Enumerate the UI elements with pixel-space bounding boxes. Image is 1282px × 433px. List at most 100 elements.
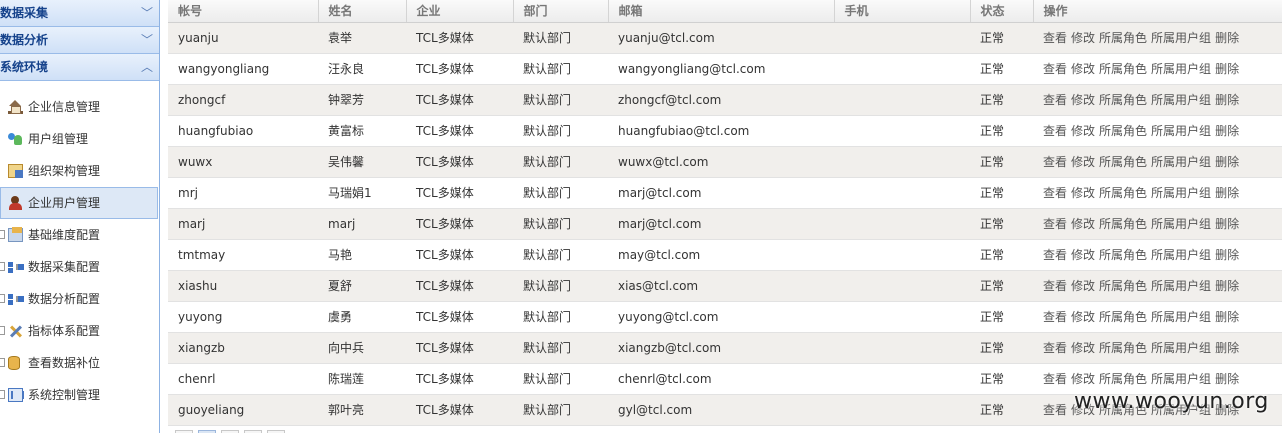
user-groups-link[interactable]: 所属用户组	[1151, 341, 1211, 355]
column-header-department[interactable]: 部门	[513, 0, 609, 23]
sidebar-item[interactable]: 数据分析配置	[0, 283, 159, 315]
column-header-email[interactable]: 邮箱	[608, 0, 835, 23]
edit-link[interactable]: 修改	[1071, 279, 1095, 293]
table-row[interactable]: yuanju 袁举 TCL多媒体 默认部门 yuanju@tcl.com 正常 查看 修改 所属…	[168, 22, 1282, 54]
delete-link[interactable]: 删除	[1215, 62, 1239, 76]
table-row[interactable]: tmtmay 马艳 TCL多媒体 默认部门 may@tcl.com 正常 查看 修改 所属角色所…	[168, 239, 1282, 271]
accordion-header-data-analysis[interactable]: 数据分析 ﹀	[0, 27, 159, 54]
user-groups-link[interactable]: 所属用户组	[1151, 62, 1211, 76]
table-row[interactable]: zhongcf 钟翠芳 TCL多媒体 默认部门 zhongcf@tcl.com 正常 查看修…	[168, 84, 1282, 116]
table-row[interactable]: xiangzb 向中兵 TCL多媒体 默认部门 xiangzb@tcl.com 正常 查看修…	[168, 332, 1282, 364]
column-header-account[interactable]: 帐号	[168, 0, 319, 23]
edit-link[interactable]: 修改	[1071, 186, 1095, 200]
column-header-actions[interactable]: 操作	[1033, 0, 1282, 23]
roles-link[interactable]: 所属角色	[1099, 310, 1147, 324]
roles-link[interactable]: 所属角色	[1099, 93, 1147, 107]
view-link[interactable]: 查看	[1043, 62, 1067, 76]
edit-link[interactable]: 修改	[1071, 248, 1095, 262]
column-header-phone[interactable]: 手机	[834, 0, 971, 23]
view-link[interactable]: 查看	[1043, 217, 1067, 231]
view-link[interactable]: 查看	[1043, 279, 1067, 293]
view-link[interactable]: 查看	[1043, 155, 1067, 169]
table-row[interactable]: xiashu 夏舒 TCL多媒体 默认部门 xias@tcl.com 正常 查看 修改 所属角色…	[168, 270, 1282, 302]
delete-link[interactable]: 删除	[1215, 341, 1239, 355]
sidebar-item[interactable]: 系统控制管理	[0, 379, 159, 411]
delete-link[interactable]: 删除	[1215, 248, 1239, 262]
column-header-status[interactable]: 状态	[970, 0, 1034, 23]
user-groups-link[interactable]: 所属用户组	[1151, 31, 1211, 45]
roles-link[interactable]: 所属角色	[1099, 248, 1147, 262]
user-groups-link[interactable]: 所属用户组	[1151, 217, 1211, 231]
edit-link[interactable]: 修改	[1071, 31, 1095, 45]
tree-expander-icon[interactable]	[0, 230, 5, 239]
sidebar-item[interactable]: 指标体系配置	[0, 315, 159, 347]
tree-expander-icon[interactable]	[0, 326, 5, 335]
delete-link[interactable]: 删除	[1215, 186, 1239, 200]
user-groups-link[interactable]: 所属用户组	[1151, 93, 1211, 107]
user-groups-link[interactable]: 所属用户组	[1151, 279, 1211, 293]
edit-link[interactable]: 修改	[1071, 217, 1095, 231]
table-row[interactable]: wangyongliang 汪永良 TCL多媒体 默认部门 wangyongliang@…	[168, 53, 1282, 85]
user-groups-link[interactable]: 所属用户组	[1151, 248, 1211, 262]
sidebar-item[interactable]: 企业信息管理	[0, 91, 159, 123]
user-groups-link[interactable]: 所属用户组	[1151, 372, 1211, 386]
sidebar-item[interactable]: 查看数据补位	[0, 347, 159, 379]
sidebar-item[interactable]: 用户组管理	[0, 123, 159, 155]
roles-link[interactable]: 所属角色	[1099, 31, 1147, 45]
delete-link[interactable]: 删除	[1215, 310, 1239, 324]
edit-link[interactable]: 修改	[1071, 372, 1095, 386]
edit-link[interactable]: 修改	[1071, 124, 1095, 138]
delete-link[interactable]: 删除	[1215, 279, 1239, 293]
table-row[interactable]: mrj 马瑞娟1 TCL多媒体 默认部门 marj@tcl.com 正常 查看 修改 所属角色所…	[168, 177, 1282, 209]
edit-link[interactable]: 修改	[1071, 310, 1095, 324]
edit-link[interactable]: 修改	[1071, 62, 1095, 76]
view-link[interactable]: 查看	[1043, 31, 1067, 45]
sidebar-item[interactable]: 组织架构管理	[0, 155, 159, 187]
user-groups-link[interactable]: 所属用户组	[1151, 155, 1211, 169]
edit-link[interactable]: 修改	[1071, 155, 1095, 169]
user-groups-link[interactable]: 所属用户组	[1151, 310, 1211, 324]
chevron-up-icon[interactable]: ︿	[141, 54, 153, 80]
roles-link[interactable]: 所属角色	[1099, 341, 1147, 355]
view-link[interactable]: 查看	[1043, 93, 1067, 107]
table-row[interactable]: marj marj TCL多媒体 默认部门 marj@tcl.com 正常 查看 修改 所属角色…	[168, 208, 1282, 240]
roles-link[interactable]: 所属角色	[1099, 372, 1147, 386]
tree-expander-icon[interactable]	[0, 294, 5, 303]
view-link[interactable]: 查看	[1043, 310, 1067, 324]
delete-link[interactable]: 删除	[1215, 93, 1239, 107]
roles-link[interactable]: 所属角色	[1099, 217, 1147, 231]
user-groups-link[interactable]: 所属用户组	[1151, 124, 1211, 138]
view-link[interactable]: 查看	[1043, 403, 1067, 417]
table-row[interactable]: wuwx 吴伟馨 TCL多媒体 默认部门 wuwx@tcl.com 正常 查看 修改 所属角色所…	[168, 146, 1282, 178]
column-header-company[interactable]: 企业	[406, 0, 514, 23]
tree-expander-icon[interactable]	[0, 390, 5, 399]
table-row[interactable]: huangfubiao 黄富标 TCL多媒体 默认部门 huangfubiao@tcl.…	[168, 115, 1282, 147]
roles-link[interactable]: 所属角色	[1099, 62, 1147, 76]
accordion-header-system-environment[interactable]: 系统环境 ︿	[0, 54, 159, 81]
column-header-name[interactable]: 姓名	[318, 0, 407, 23]
tree-expander-icon[interactable]	[0, 358, 5, 367]
delete-link[interactable]: 删除	[1215, 124, 1239, 138]
roles-link[interactable]: 所属角色	[1099, 279, 1147, 293]
user-groups-link[interactable]: 所属用户组	[1151, 186, 1211, 200]
delete-link[interactable]: 删除	[1215, 217, 1239, 231]
sidebar-item[interactable]: 数据采集配置	[0, 251, 159, 283]
view-link[interactable]: 查看	[1043, 124, 1067, 138]
accordion-header-data-collection[interactable]: 数据采集 ﹀	[0, 0, 159, 27]
chevron-down-icon[interactable]: ﹀	[141, 27, 153, 53]
delete-link[interactable]: 删除	[1215, 372, 1239, 386]
edit-link[interactable]: 修改	[1071, 341, 1095, 355]
sidebar-item[interactable]: 企业用户管理	[0, 187, 158, 219]
sidebar-item[interactable]: 基础维度配置	[0, 219, 159, 251]
chevron-down-icon[interactable]: ﹀	[141, 0, 153, 26]
view-link[interactable]: 查看	[1043, 248, 1067, 262]
view-link[interactable]: 查看	[1043, 372, 1067, 386]
view-link[interactable]: 查看	[1043, 341, 1067, 355]
edit-link[interactable]: 修改	[1071, 93, 1095, 107]
roles-link[interactable]: 所属角色	[1099, 155, 1147, 169]
roles-link[interactable]: 所属角色	[1099, 124, 1147, 138]
table-row[interactable]: yuyong 虞勇 TCL多媒体 默认部门 yuyong@tcl.com 正常 查看 修改 所属…	[168, 301, 1282, 333]
roles-link[interactable]: 所属角色	[1099, 186, 1147, 200]
view-link[interactable]: 查看	[1043, 186, 1067, 200]
delete-link[interactable]: 删除	[1215, 155, 1239, 169]
